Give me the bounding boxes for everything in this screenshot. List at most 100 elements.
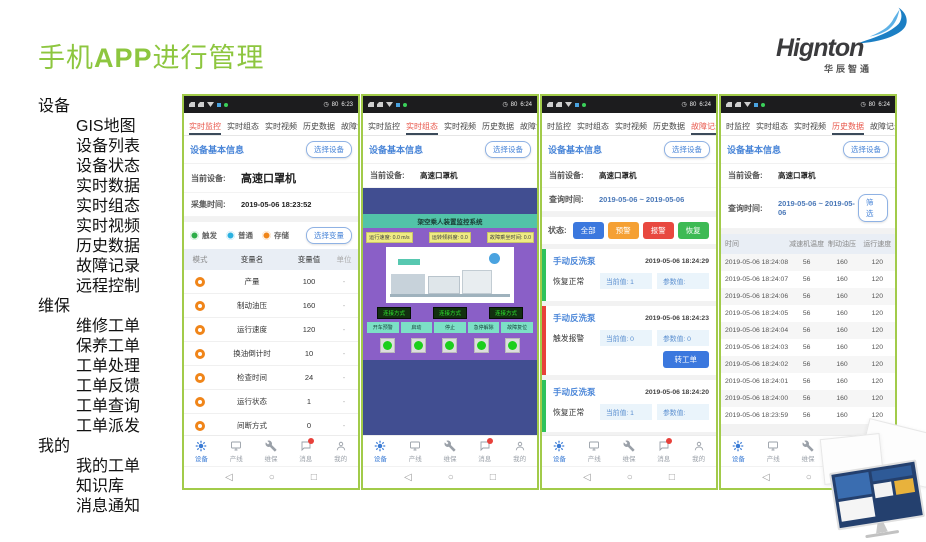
fault-variable-name: 手动反洗泵 (553, 312, 596, 324)
signal-icon (189, 102, 195, 107)
desktop-monitor-graphic (808, 430, 926, 530)
variable-name: 换油倒计时 (216, 348, 288, 359)
gear-icon (732, 440, 744, 452)
scada-control-button[interactable]: 开车预警 (367, 322, 399, 333)
nav-item-device[interactable]: 设备 (184, 440, 219, 463)
select-device-button[interactable]: 选择设备 (306, 141, 352, 158)
recents-button[interactable]: □ (669, 472, 675, 483)
tab[interactable]: 实时视频 (265, 117, 297, 135)
variable-value: 160 (288, 301, 330, 310)
tab[interactable]: 历史数据 (482, 117, 514, 135)
tab[interactable]: 实时组态 (227, 117, 259, 135)
tab[interactable]: 时监控 (547, 117, 571, 135)
nav-item-profile[interactable]: 我的 (502, 440, 537, 463)
tab[interactable]: 故障记录 (870, 117, 895, 135)
fault-card[interactable]: 手动反洗泵 2019-05-06 18:24:23 触发报警 当前值: 0 参数… (542, 306, 716, 375)
legend-dot-icon (262, 231, 271, 240)
nav-item-maintenance[interactable]: 维保 (612, 440, 647, 463)
tab[interactable]: 历史数据 (832, 117, 864, 135)
query-date-range[interactable]: 2019-05-06 ~ 2019-05-06 (599, 195, 684, 204)
query-date-range[interactable]: 2019-05-06 ~ 2019-05-06 (778, 199, 858, 217)
history-row: 2019-05-06 18:24:07 56 160 120 (721, 271, 895, 288)
history-time: 2019-05-06 18:24:04 (721, 327, 789, 334)
back-button[interactable]: ◁ (762, 472, 770, 483)
gearbox-temp: 56 (789, 361, 824, 368)
tab[interactable]: 实时视频 (444, 117, 476, 135)
select-device-button[interactable]: 选择设备 (485, 141, 531, 158)
back-button[interactable]: ◁ (225, 472, 233, 483)
signal-icon (735, 102, 741, 107)
nav-item-messages[interactable]: 消息 (646, 440, 681, 463)
status-filter-button[interactable]: 恢复 (678, 222, 709, 239)
nav-item-profile[interactable]: 我的 (681, 440, 716, 463)
tab[interactable]: 故障记录 (520, 117, 537, 135)
tab[interactable]: 故障记录 (691, 117, 716, 135)
indicator-lamps (366, 336, 534, 356)
select-variable-button[interactable]: 选择变量 (306, 227, 352, 244)
recents-button[interactable]: □ (311, 472, 317, 483)
tab[interactable]: 实时视频 (615, 117, 647, 135)
fault-state: 恢复正常 (553, 276, 595, 287)
scada-control-button[interactable]: 急停解除 (468, 322, 500, 333)
scada-control-button[interactable]: 停止 (434, 322, 466, 333)
fault-card[interactable]: 手动反洗泵 2019-05-06 18:24:20 恢复正常 当前值: 1 参数… (542, 380, 716, 432)
current-device-row: 当前设备: 高速口罩机 (542, 164, 716, 188)
query-time-row: 查询时间: 2019-05-06 ~ 2019-05-06 (542, 188, 716, 212)
nav-item-messages[interactable]: 消息 (467, 440, 502, 463)
nav-item-maintenance[interactable]: 维保 (254, 440, 289, 463)
green-lamp-icon (474, 338, 489, 353)
tab[interactable]: 实时监控 (189, 117, 221, 135)
tab[interactable]: 实时组态 (406, 117, 438, 135)
outline-section-mine: 我的 我的工单知识库消息通知 (38, 437, 140, 517)
status-filter-button[interactable]: 报警 (643, 222, 674, 239)
tab[interactable]: 时监控 (726, 117, 750, 135)
tab-bar: 实时监控实时组态实时视频历史数据故障记录远程控制 (184, 113, 358, 136)
table-header: 模式 变量名 变量值 单位 (184, 249, 358, 270)
scada-control-button[interactable]: 故障复位 (501, 322, 533, 333)
home-button[interactable]: ○ (448, 472, 454, 483)
fault-card[interactable]: 手动反洗泵 2019-05-06 18:24:29 恢复正常 当前值: 1 参数… (542, 249, 716, 301)
home-button[interactable]: ○ (269, 472, 275, 483)
nav-item-line[interactable]: 产线 (756, 440, 791, 463)
outline-item: GIS地图 (76, 117, 140, 137)
select-device-button[interactable]: 选择设备 (843, 141, 889, 158)
nav-item-maintenance[interactable]: 维保 (433, 440, 468, 463)
green-lamp-icon (380, 338, 395, 353)
status-filter-button[interactable]: 全部 (573, 222, 604, 239)
tab[interactable]: 实时组态 (577, 117, 609, 135)
tab[interactable]: 实时组态 (756, 117, 788, 135)
home-button[interactable]: ○ (627, 472, 633, 483)
scada-control-button[interactable]: 启动 (401, 322, 433, 333)
history-table: 时间 减速机温度 制动油压 运行速度 2019-05-06 18:24:08 5… (721, 234, 895, 424)
nav-item-device[interactable]: 设备 (721, 440, 756, 463)
nav-item-line[interactable]: 产线 (398, 440, 433, 463)
scada-panel: 架空乘人装置监控系统 运行速度: 0.0 m/s运转倾斜度: 0.0故障乘坐时间… (363, 188, 537, 435)
select-device-button[interactable]: 选择设备 (664, 141, 710, 158)
connection-mode-box[interactable]: 连接方式 (433, 307, 467, 319)
tab[interactable]: 历史数据 (653, 117, 685, 135)
tab[interactable]: 实时监控 (368, 117, 400, 135)
tab[interactable]: 故障记录 (341, 117, 358, 135)
nav-item-device[interactable]: 设备 (542, 440, 577, 463)
variable-name: 运行状态 (216, 396, 288, 407)
tab[interactable]: 实时视频 (794, 117, 826, 135)
status-filter-button[interactable]: 预警 (608, 222, 639, 239)
nav-item-device[interactable]: 设备 (363, 440, 398, 463)
back-button[interactable]: ◁ (404, 472, 412, 483)
connection-mode-box[interactable]: 连接方式 (489, 307, 523, 319)
device-name: 高速口罩机 (599, 170, 637, 181)
nav-item-line[interactable]: 产线 (219, 440, 254, 463)
history-row: 2019-05-06 18:24:00 56 160 120 (721, 390, 895, 407)
phone-realtime-scada: ◷ 80 6:24 实时监控实时组态实时视频历史数据故障记录远程控制 设备基本信… (361, 94, 539, 490)
to-work-order-button[interactable]: 转工单 (663, 351, 710, 368)
filter-button[interactable]: 筛选 (858, 194, 888, 222)
nav-item-profile[interactable]: 我的 (323, 440, 358, 463)
clock-icon: ◷ (323, 101, 328, 108)
legend-item: 普通 (226, 230, 253, 241)
connection-mode-box[interactable]: 连接方式 (377, 307, 411, 319)
nav-item-messages[interactable]: 消息 (288, 440, 323, 463)
tab[interactable]: 历史数据 (303, 117, 335, 135)
nav-item-line[interactable]: 产线 (577, 440, 612, 463)
recents-button[interactable]: □ (490, 472, 496, 483)
back-button[interactable]: ◁ (583, 472, 591, 483)
